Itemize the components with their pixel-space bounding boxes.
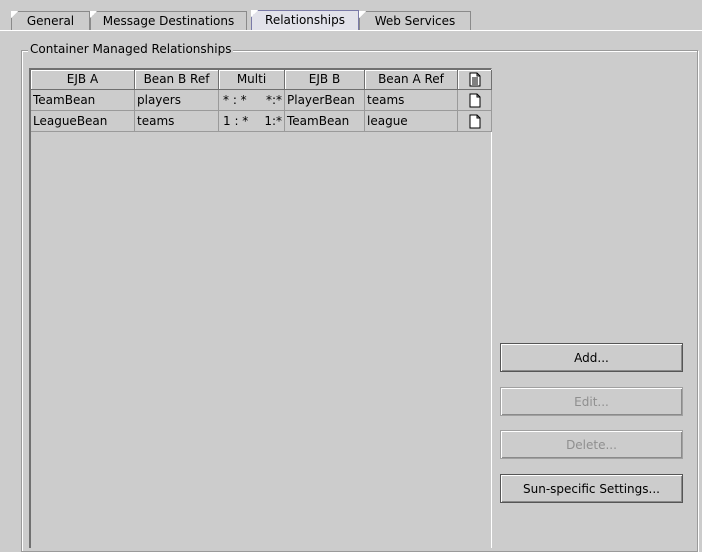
add-button[interactable]: Add...	[500, 343, 683, 372]
column-header-bean-b-ref[interactable]: Bean B Ref	[135, 70, 219, 90]
multi-left: * : *	[223, 93, 247, 107]
relationships-table[interactable]: EJB A Bean B Ref Multi EJB B Bean A Ref …	[29, 68, 492, 548]
tab-general[interactable]: General	[11, 11, 90, 30]
column-header-ejb-b[interactable]: EJB B	[285, 70, 365, 90]
edit-button[interactable]: Edit...	[500, 387, 683, 416]
table-row[interactable]: TeamBean players * : * *:* PlayerBean te…	[31, 90, 492, 111]
cell-bean-a-ref[interactable]: league	[365, 111, 458, 132]
delete-button[interactable]: Delete...	[500, 430, 683, 459]
tab-web-services-label: Web Services	[374, 14, 456, 28]
multi-right: *:*	[265, 93, 282, 107]
document-icon	[469, 114, 480, 128]
cell-multi[interactable]: 1 : * 1:*	[219, 111, 285, 132]
tab-message-destinations-label: Message Destinations	[102, 14, 235, 28]
column-header-multi[interactable]: Multi	[219, 70, 285, 90]
tab-general-label: General	[26, 14, 75, 28]
cell-multi[interactable]: * : * *:*	[219, 90, 285, 111]
column-header-ejb-a[interactable]: EJB A	[31, 70, 135, 90]
cell-ejb-b[interactable]: TeamBean	[285, 111, 365, 132]
cell-ejb-a[interactable]: TeamBean	[31, 90, 135, 111]
tab-relationships[interactable]: Relationships	[251, 10, 359, 30]
tab-relationships-label: Relationships	[265, 13, 345, 27]
column-header-bean-a-ref[interactable]: Bean A Ref	[365, 70, 458, 90]
cell-bean-b-ref[interactable]: players	[135, 90, 219, 111]
tab-bar: General Message Destinations Relationshi…	[0, 0, 702, 31]
tab-web-services[interactable]: Web Services	[359, 11, 471, 30]
table-header: EJB A Bean B Ref Multi EJB B Bean A Ref	[31, 70, 492, 90]
cell-bean-b-ref[interactable]: teams	[135, 111, 219, 132]
tab-baseline	[0, 30, 702, 31]
multi-right: 1:*	[264, 114, 282, 128]
column-header-document-icon[interactable]	[458, 70, 492, 90]
document-lines-icon	[469, 72, 480, 87]
group-title: Container Managed Relationships	[28, 42, 234, 56]
sun-specific-settings-button[interactable]: Sun-specific Settings...	[500, 474, 683, 503]
cell-bean-a-ref[interactable]: teams	[365, 90, 458, 111]
cell-ejb-a[interactable]: LeagueBean	[31, 111, 135, 132]
tab-message-destinations[interactable]: Message Destinations	[90, 11, 247, 30]
cell-ejb-b[interactable]: PlayerBean	[285, 90, 365, 111]
document-icon	[469, 93, 480, 107]
cell-document[interactable]	[458, 90, 492, 111]
table-row[interactable]: LeagueBean teams 1 : * 1:* TeamBean leag…	[31, 111, 492, 132]
multi-left: 1 : *	[223, 114, 249, 128]
cell-document[interactable]	[458, 111, 492, 132]
